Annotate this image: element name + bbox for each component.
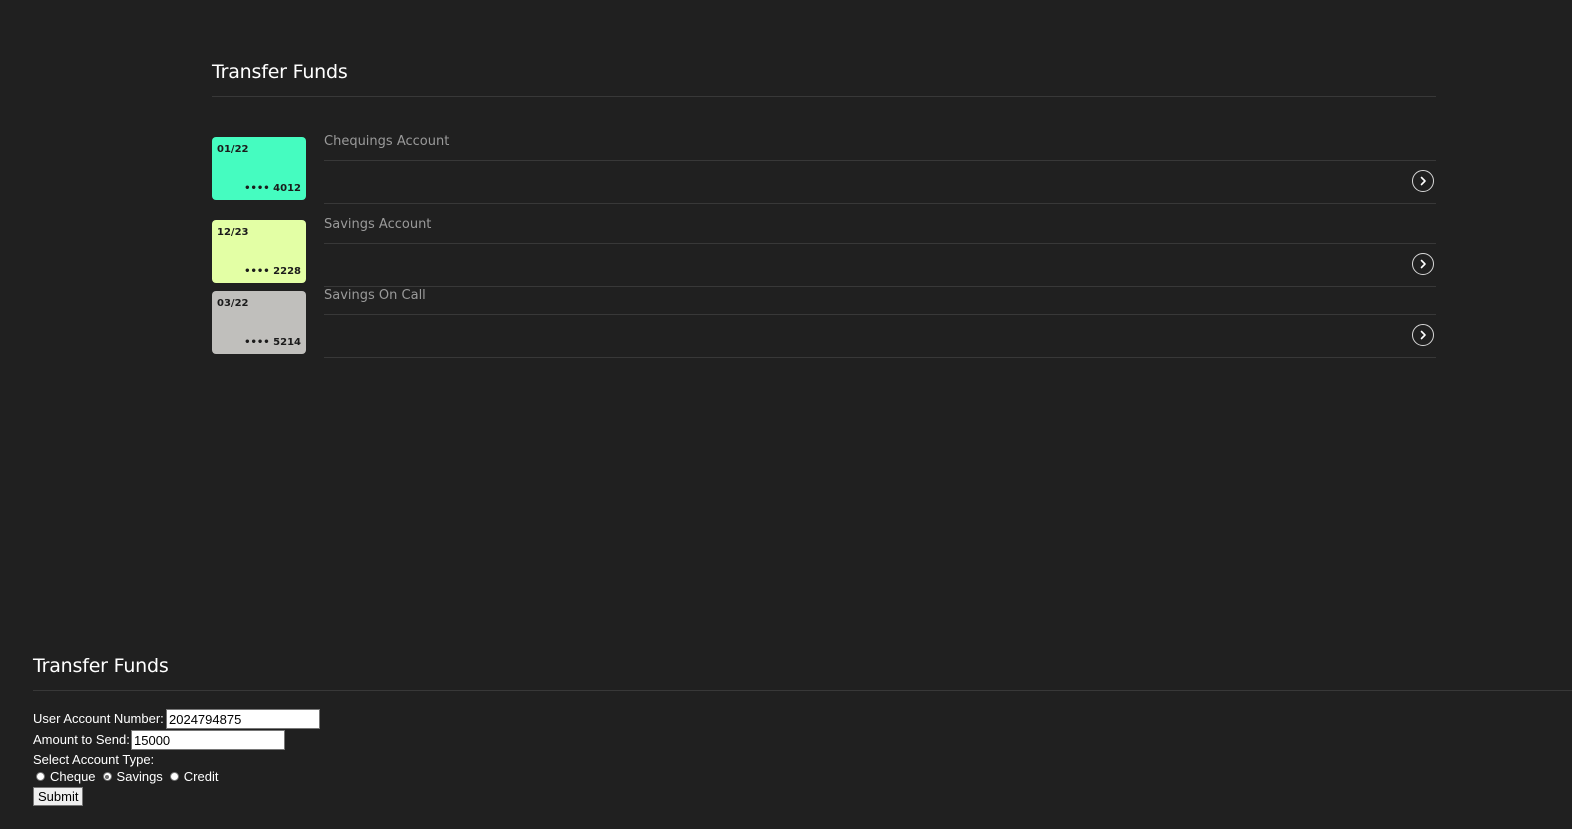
- card-number: •••• 4012: [244, 183, 301, 194]
- card-number: •••• 2228: [244, 266, 301, 277]
- card-expiry: 12/23: [217, 227, 249, 238]
- account-name: Chequings Account: [324, 134, 450, 149]
- card-expiry: 03/22: [217, 298, 249, 309]
- account-divider: [324, 160, 1436, 161]
- account-type-group: Cheque Savings Credit: [33, 769, 222, 784]
- radio-credit-label: Credit: [183, 769, 219, 784]
- page-title: Transfer Funds: [212, 61, 348, 83]
- account-divider: [324, 243, 1436, 244]
- radio-cheque-label: Cheque: [50, 769, 96, 784]
- page: Transfer Funds 01/22 •••• 4012 Chequings…: [0, 0, 1572, 829]
- account-name: Savings Account: [324, 217, 432, 232]
- amount-label: Amount to Send:: [33, 732, 130, 747]
- account-number-label: User Account Number:: [33, 711, 164, 726]
- account-card-chequings[interactable]: 01/22 •••• 4012: [212, 137, 306, 200]
- radio-savings[interactable]: [102, 772, 112, 781]
- radio-credit[interactable]: [169, 772, 179, 781]
- form-title: Transfer Funds: [33, 655, 169, 677]
- submit-button[interactable]: Submit: [33, 787, 84, 806]
- account-card-savings-on-call[interactable]: 03/22 •••• 5214: [212, 291, 306, 354]
- account-divider: [324, 314, 1436, 315]
- account-number-input[interactable]: [166, 709, 320, 729]
- account-divider: [324, 203, 1436, 204]
- amount-input[interactable]: [131, 730, 285, 750]
- account-name: Savings On Call: [324, 288, 426, 303]
- card-number: •••• 5214: [244, 337, 301, 348]
- radio-cheque[interactable]: [36, 772, 45, 781]
- account-divider: [324, 286, 1436, 287]
- chevron-right-icon[interactable]: [1412, 253, 1434, 275]
- title-divider: [212, 96, 1436, 97]
- account-type-label: Select Account Type:: [33, 752, 155, 767]
- card-expiry: 01/22: [217, 144, 249, 155]
- account-divider: [324, 357, 1436, 358]
- form-divider: [33, 690, 1572, 691]
- chevron-right-icon[interactable]: [1412, 170, 1434, 192]
- chevron-right-icon[interactable]: [1412, 324, 1434, 346]
- radio-savings-label: Savings: [116, 769, 163, 784]
- account-card-savings[interactable]: 12/23 •••• 2228: [212, 220, 306, 283]
